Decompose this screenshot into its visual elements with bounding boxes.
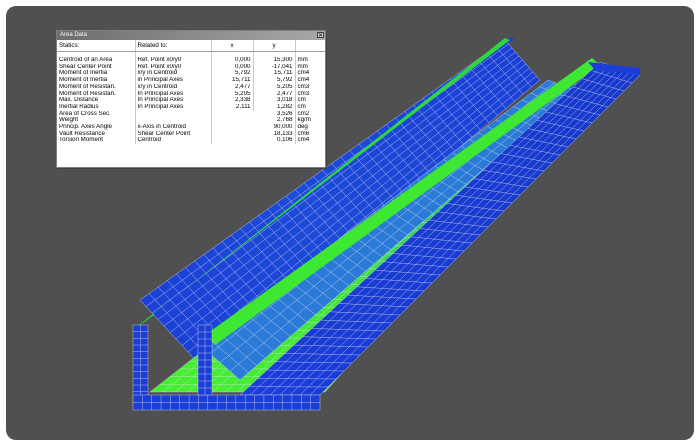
property-unit: cm bbox=[297, 103, 306, 110]
table-body: Centroid of an Area Ref. Point x0/y0 0,000… bbox=[57, 51, 325, 145]
table-row[interactable]: Shear Center Point Ref. Point x0/y0 0,000-… bbox=[57, 63, 325, 71]
property-name: Weight bbox=[57, 117, 136, 125]
table-row[interactable]: Inertial Radius In Principal Axes 2,111 1,2… bbox=[57, 103, 325, 111]
app-window: { "app": { "window_title": "Area Data", … bbox=[0, 0, 700, 448]
property-value: 18,133 bbox=[211, 130, 296, 138]
property-related: x/y in Centroid bbox=[135, 83, 212, 91]
property-unit: cm6 bbox=[297, 130, 310, 137]
property-name: Moment of Inertia bbox=[57, 70, 136, 78]
property-y: -17,041 bbox=[253, 63, 296, 71]
window-title: Area Data bbox=[60, 32, 88, 38]
table-row[interactable]: Moment of Resistan. In Principal Axes 5,20… bbox=[57, 90, 325, 98]
property-unit: cm3 bbox=[297, 83, 310, 90]
property-x: 0,000 bbox=[211, 57, 254, 64]
property-related: In Principal Axes bbox=[135, 103, 212, 111]
property-related: Ref. Point x0/y0 bbox=[135, 63, 212, 71]
property-name: Max. Distance bbox=[57, 97, 136, 104]
property-related: Shear Center Point bbox=[135, 130, 212, 138]
near-base-plate-mesh bbox=[132, 394, 321, 411]
property-x: 15,711 bbox=[211, 77, 254, 84]
property-y: 3,018 bbox=[253, 97, 296, 104]
property-y: 15,711 bbox=[253, 70, 296, 78]
property-name: Torsion Moment bbox=[57, 137, 136, 145]
property-x: 2,111 bbox=[211, 103, 254, 111]
property-name: Area of Cross Sec. bbox=[57, 110, 136, 118]
property-unit: cm4 bbox=[297, 77, 310, 84]
property-unit: cm3 bbox=[297, 90, 310, 97]
table-row[interactable]: Centroid of an Area Ref. Point x0/y0 0,000… bbox=[57, 57, 325, 64]
property-x: 2,477 bbox=[211, 83, 254, 91]
col-header-y: y bbox=[253, 40, 296, 52]
property-related: Centroid bbox=[135, 137, 212, 145]
table-row[interactable]: Moment of Inertia in Principal Axes 15,711… bbox=[57, 77, 325, 84]
property-value: 0,106 bbox=[211, 137, 296, 145]
property-unit: cm2 bbox=[297, 110, 310, 117]
property-unit: kg/m bbox=[297, 117, 311, 124]
property-name: Moment of Resistan. bbox=[57, 90, 136, 98]
table-row[interactable]: Max. Distance In Principal Axes 2,338 3,018… bbox=[57, 97, 325, 104]
property-y: 1,282 bbox=[253, 103, 296, 111]
col-header-x: x bbox=[211, 40, 254, 52]
property-name: Centroid of an Area bbox=[57, 57, 136, 64]
property-unit: mm bbox=[297, 57, 308, 63]
table-row[interactable]: Moment of Resistan. x/y in Centroid 2,477 5… bbox=[57, 83, 325, 91]
property-x: 0,000 bbox=[211, 63, 254, 71]
table-row[interactable]: Area of Cross Sec. 3,526 cm2 bbox=[57, 110, 325, 118]
property-y: 2,477 bbox=[253, 90, 296, 98]
property-related: x-Axis in Centroid bbox=[135, 124, 212, 131]
property-unit: cm bbox=[297, 97, 306, 104]
property-name: Shear Center Point bbox=[57, 63, 136, 71]
window-titlebar[interactable]: Area Data ✕ bbox=[57, 31, 325, 40]
property-name: Inertial Radius bbox=[57, 103, 136, 111]
col-header-statics: Statics: bbox=[57, 40, 136, 52]
property-x: 5,792 bbox=[211, 70, 254, 78]
property-unit: deg bbox=[297, 124, 308, 131]
property-related: x/y in Centroid bbox=[135, 70, 212, 78]
col-header-related: Related to: bbox=[135, 40, 212, 52]
property-unit: cm4 bbox=[297, 70, 310, 77]
property-related: In Principal Axes bbox=[135, 90, 212, 98]
properties-table: Statics: Related to: x y Centroid of an … bbox=[57, 40, 325, 145]
property-value: 3,526 bbox=[211, 110, 296, 118]
property-related bbox=[135, 110, 212, 118]
property-value: 90,000 bbox=[211, 124, 296, 131]
property-related: in Principal Axes bbox=[135, 77, 212, 84]
property-y: 5,792 bbox=[253, 77, 296, 84]
property-unit: cm4 bbox=[297, 137, 310, 144]
property-name: Vault Resistance bbox=[57, 130, 136, 138]
table-row[interactable]: Vault Resistance Shear Center Point 18,133… bbox=[57, 130, 325, 138]
property-name: Princip. Axes Angle bbox=[57, 124, 136, 131]
table-header-row: Statics: Related to: x y bbox=[57, 40, 325, 52]
section-properties-window[interactable]: Area Data ✕ Statics: Related to: x y Cen… bbox=[56, 30, 326, 168]
property-related: In Principal Axes bbox=[135, 97, 212, 104]
property-unit: mm bbox=[297, 63, 308, 70]
close-button[interactable]: ✕ bbox=[317, 32, 324, 39]
property-y: 5,205 bbox=[253, 83, 296, 91]
property-value: 2,768 bbox=[211, 117, 296, 125]
table-row[interactable]: Moment of Inertia x/y in Centroid 5,792 15,… bbox=[57, 70, 325, 78]
col-header-unit bbox=[295, 40, 325, 52]
property-x: 5,205 bbox=[211, 90, 254, 98]
property-related bbox=[135, 117, 212, 125]
table-row[interactable]: Weight 2,768 kg/m bbox=[57, 117, 325, 125]
property-name: Moment of Inertia bbox=[57, 77, 136, 84]
table-row[interactable]: Torsion Moment Centroid 0,106 cm4 bbox=[57, 137, 325, 145]
property-y: 15,300 bbox=[253, 57, 296, 64]
property-x: 2,338 bbox=[211, 97, 254, 104]
property-name: Moment of Resistan. bbox=[57, 83, 136, 91]
property-related: Ref. Point x0/y0 bbox=[135, 57, 212, 64]
table-row[interactable]: Princip. Axes Angle x-Axis in Centroid 90,… bbox=[57, 124, 325, 131]
